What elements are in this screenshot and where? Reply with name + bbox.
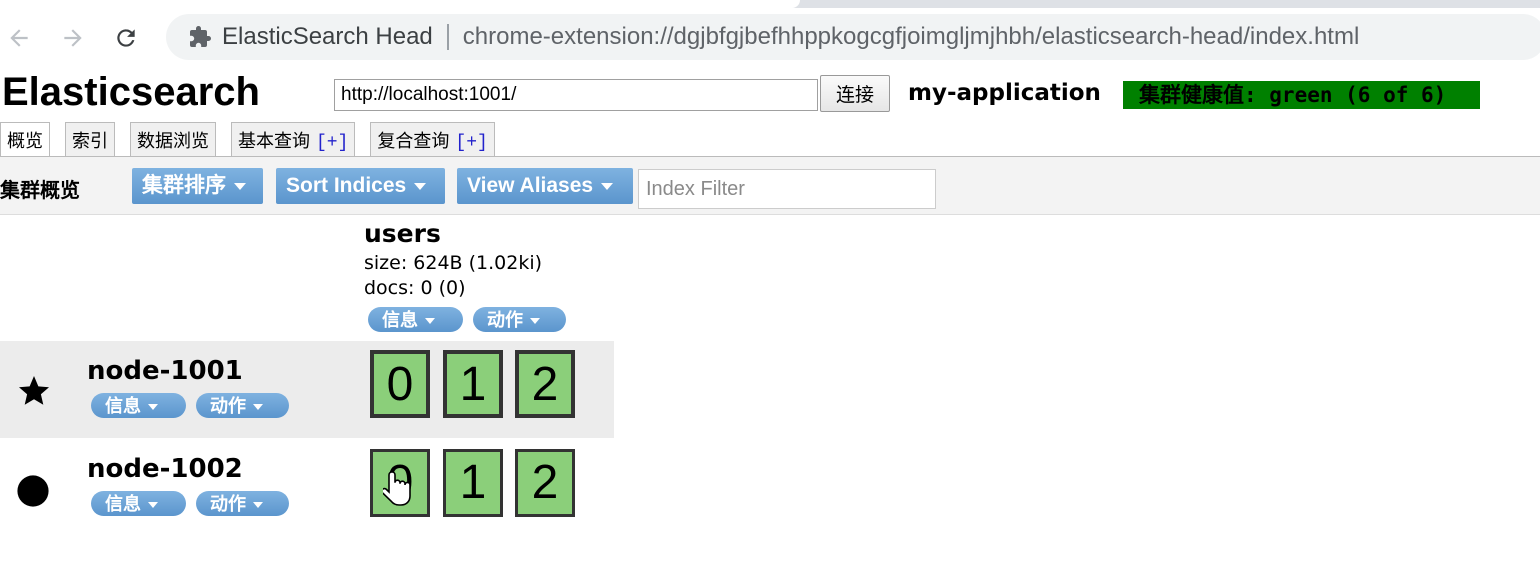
address-separator <box>446 24 449 50</box>
toolbar-title: 集群概览 <box>0 178 80 202</box>
page-title-chip: ElasticSearch Head <box>222 23 433 50</box>
cluster-url-input[interactable] <box>334 79 818 111</box>
address-bar[interactable]: ElasticSearch Head chrome-extension://dg… <box>166 14 1540 60</box>
hand-cursor-icon <box>381 470 413 516</box>
shard-primary[interactable]: 2 <box>515 350 575 418</box>
forward-button[interactable] <box>55 20 91 56</box>
button-label: Sort Indices <box>286 174 407 197</box>
index-docs: docs: 0 (0) <box>364 277 466 299</box>
back-button[interactable] <box>1 20 37 56</box>
index-action-button[interactable]: 动作 <box>473 307 566 332</box>
connect-button[interactable]: 连接 <box>820 75 890 112</box>
tab-label: 索引 <box>72 131 108 152</box>
reload-icon <box>117 29 135 47</box>
node-name: node-1002 <box>87 454 243 484</box>
address-url[interactable]: chrome-extension://dgjbfgjbefhhppkogcgfj… <box>463 23 1360 51</box>
node-info-button[interactable]: 信息 <box>91 491 186 516</box>
tab-compound-query[interactable]: 复合查询 [+] <box>370 122 495 157</box>
shard-primary[interactable]: 1 <box>443 350 503 418</box>
node-name: node-1001 <box>87 356 243 386</box>
button-label: 信息 <box>105 494 141 515</box>
tab-label: 概览 <box>7 131 43 152</box>
star-icon <box>16 373 52 413</box>
caret-down-icon <box>253 502 263 508</box>
browser-chrome: ElasticSearch Head chrome-extension://dg… <box>0 0 1540 66</box>
sort-cluster-button[interactable]: 集群排序 <box>132 168 263 204</box>
node-action-button[interactable]: 动作 <box>196 393 289 418</box>
button-label: 动作 <box>210 494 246 515</box>
main-tabs: 概览 索引 数据浏览 基本查询 [+] 复合查询 [+] <box>0 122 510 158</box>
button-label: 信息 <box>382 310 418 331</box>
node-action-button[interactable]: 动作 <box>196 491 289 516</box>
button-label: View Aliases <box>467 174 594 197</box>
button-label: 动作 <box>487 310 523 331</box>
index-filter-input[interactable] <box>638 169 936 209</box>
caret-down-icon <box>148 502 158 508</box>
tab-basic-query[interactable]: 基本查询 [+] <box>231 122 356 157</box>
caret-down-icon <box>425 318 435 324</box>
index-size: size: 624B (1.02ki) <box>364 252 543 274</box>
caret-down-icon <box>148 404 158 410</box>
cluster-health-badge: 集群健康值: green (6 of 6) <box>1123 81 1480 109</box>
caret-down-icon <box>253 404 263 410</box>
arrow-left-icon <box>10 29 28 47</box>
caret-down-icon <box>601 182 614 190</box>
tab-label: 复合查询 <box>377 131 450 152</box>
tab-browser[interactable]: 数据浏览 <box>130 122 216 157</box>
button-label: 动作 <box>210 396 246 417</box>
app-brand: Elasticsearch <box>2 70 260 114</box>
node-info-button[interactable]: 信息 <box>91 393 186 418</box>
overview-toolbar: 集群概览 集群排序 Sort Indices View Aliases <box>0 157 1540 215</box>
tab-plus[interactable]: [+] <box>316 133 348 153</box>
button-label: 信息 <box>105 396 141 417</box>
tab-label: 数据浏览 <box>137 131 209 152</box>
reload-button[interactable] <box>108 20 144 56</box>
cluster-name: my-application <box>908 80 1101 106</box>
index-info-button[interactable]: 信息 <box>368 307 463 332</box>
shard-primary[interactable]: 0 <box>370 350 430 418</box>
view-aliases-button[interactable]: View Aliases <box>457 168 633 204</box>
index-name: users <box>364 219 441 248</box>
tab-overview[interactable]: 概览 <box>0 122 50 158</box>
tab-indices[interactable]: 索引 <box>65 122 115 157</box>
caret-down-icon <box>234 182 246 190</box>
caret-down-icon <box>530 318 540 324</box>
caret-down-icon <box>414 182 427 190</box>
tab-plus[interactable]: [+] <box>455 133 487 153</box>
tab-label: 基本查询 <box>238 131 310 152</box>
button-label: 集群排序 <box>142 174 226 197</box>
active-tab-edge <box>0 0 800 8</box>
arrow-right-icon <box>64 29 82 47</box>
shard-replica[interactable]: 1 <box>443 449 503 517</box>
sort-indices-button[interactable]: Sort Indices <box>276 168 445 204</box>
circle-icon <box>16 474 50 512</box>
puzzle-icon <box>180 25 220 49</box>
tab-strip <box>0 0 1540 8</box>
shard-replica[interactable]: 2 <box>515 449 575 517</box>
